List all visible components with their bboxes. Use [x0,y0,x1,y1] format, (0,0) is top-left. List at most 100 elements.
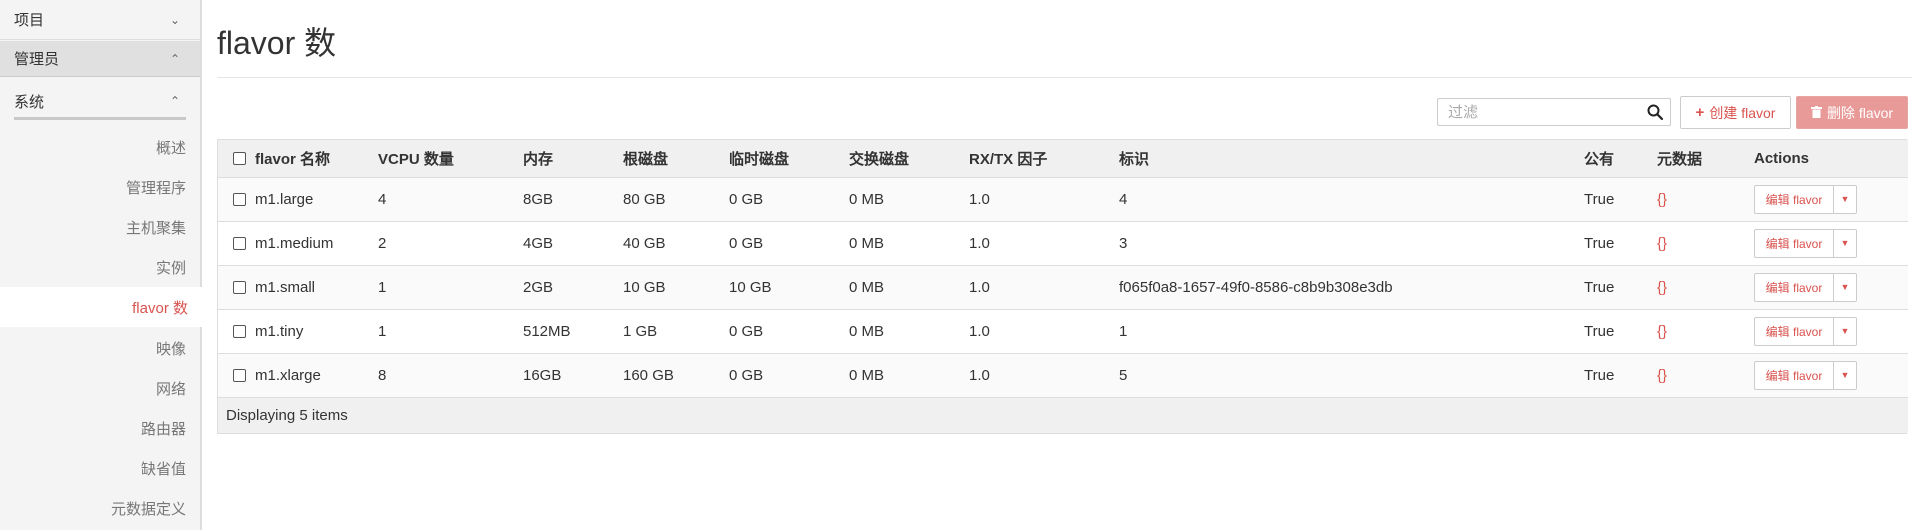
sidebar-item-hypervisors[interactable]: 管理程序 [0,167,200,207]
column-header-root-disk[interactable]: 根磁盘 [623,140,729,177]
row-actions: 编辑 flavor ▼ [1754,228,1857,258]
row-checkbox[interactable] [233,237,246,251]
sidebar-item-metadata-definitions[interactable]: 元数据定义 [0,488,200,528]
sidebar-item-label: 概述 [155,139,186,157]
search-icon[interactable] [1646,103,1664,121]
flavor-name: m1.xlarge [255,366,321,384]
rxtx-cell: 1.0 [969,366,990,384]
vcpu-cell: 4 [378,190,387,208]
id-cell: 4 [1119,190,1128,208]
create-flavor-button[interactable]: + 创建 flavor [1680,96,1791,129]
edit-flavor-button[interactable]: 编辑 flavor [1754,228,1834,258]
table-row: m1.xlarge 8 16GB 160 GB 0 GB 0 MB 1.0 5 … [218,353,1908,397]
ram-cell: 512MB [523,322,571,340]
rxtx-cell: 1.0 [969,234,990,252]
vcpu-cell: 8 [378,366,387,384]
ram-cell: 4GB [523,234,554,252]
row-checkbox[interactable] [233,369,246,383]
swap-disk-cell: 0 MB [849,234,885,252]
filter-field [1437,98,1671,126]
flavors-table: flavor 名称 VCPU 数量 内存 根磁盘 临时磁盘 交换磁盘 RX/TX… [217,139,1908,434]
caret-down-icon[interactable]: ▼ [1834,184,1857,214]
sidebar-section-project[interactable]: 项目 ⌄ [0,0,200,40]
sidebar-item-images[interactable]: 映像 [0,328,200,368]
row-checkbox[interactable] [233,281,246,295]
edit-flavor-button[interactable]: 编辑 flavor [1754,184,1834,214]
column-header-id[interactable]: 标识 [1119,140,1584,177]
id-cell: 3 [1119,234,1128,252]
sidebar-item-overview[interactable]: 概述 [0,127,200,167]
column-header-actions: Actions [1754,149,1810,167]
column-header-public[interactable]: 公有 [1584,140,1657,177]
delete-flavor-button[interactable]: 删除 flavor [1796,96,1908,129]
sidebar-section-label: 系统 [14,93,45,111]
column-header-ephemeral-disk[interactable]: 临时磁盘 [729,140,849,177]
column-header-ram[interactable]: 内存 [523,140,623,177]
chevron-up-icon: ⌃ [169,94,180,108]
caret-down-icon[interactable]: ▼ [1834,316,1857,346]
row-actions: 编辑 flavor ▼ [1754,272,1857,302]
sidebar-item-label: 主机聚集 [125,219,186,237]
sidebar-section-admin[interactable]: 管理员 ⌃ [0,41,200,77]
caret-down-icon[interactable]: ▼ [1834,272,1857,302]
sidebar-item-label: 元数据定义 [110,500,186,518]
ephemeral-disk-cell: 0 GB [729,234,764,252]
swap-disk-cell: 0 MB [849,278,885,296]
sidebar-item-defaults[interactable]: 缺省值 [0,448,200,488]
vcpu-cell: 2 [378,234,387,252]
column-header-vcpu[interactable]: VCPU 数量 [378,140,523,177]
edit-flavor-button[interactable]: 编辑 flavor [1754,316,1834,346]
select-all-checkbox[interactable] [233,152,246,166]
column-header-metadata[interactable]: 元数据 [1657,140,1754,177]
row-checkbox[interactable] [233,193,246,207]
flavor-name: m1.large [255,190,314,208]
column-header-rxtx[interactable]: RX/TX 因子 [969,140,1119,177]
ram-cell: 16GB [523,366,562,384]
sidebar-item-flavors[interactable]: flavor 数 [0,287,202,327]
sidebar-item-routers[interactable]: 路由器 [0,408,200,448]
sidebar-item-instances[interactable]: 实例 [0,247,200,287]
public-cell: True [1584,190,1615,208]
rxtx-cell: 1.0 [969,322,990,340]
ephemeral-disk-cell: 10 GB [729,278,772,296]
metadata-link[interactable]: {} [1657,367,1667,384]
filter-input[interactable] [1438,99,1654,125]
sidebar-item-label: flavor 数 [132,299,188,317]
create-flavor-label: 创建 flavor [1709,104,1776,121]
vcpu-cell: 1 [378,278,387,296]
sidebar-section-system[interactable]: 系统 ⌃ [0,82,200,120]
row-actions: 编辑 flavor ▼ [1754,184,1857,214]
edit-flavor-button[interactable]: 编辑 flavor [1754,272,1834,302]
ephemeral-disk-cell: 0 GB [729,190,764,208]
edit-flavor-button[interactable]: 编辑 flavor [1754,360,1834,390]
metadata-link[interactable]: {} [1657,235,1667,252]
metadata-link[interactable]: {} [1657,279,1667,296]
trash-icon [1810,105,1822,121]
row-actions: 编辑 flavor ▼ [1754,360,1857,390]
table-row: m1.medium 2 4GB 40 GB 0 GB 0 MB 1.0 3 Tr… [218,221,1908,265]
table-header-row: flavor 名称 VCPU 数量 内存 根磁盘 临时磁盘 交换磁盘 RX/TX… [218,140,1908,177]
column-header-swap-disk[interactable]: 交换磁盘 [849,140,969,177]
row-checkbox[interactable] [233,325,246,339]
sidebar-item-label: 管理程序 [125,179,186,197]
sidebar-section-label: 项目 [14,12,45,29]
caret-down-icon[interactable]: ▼ [1834,360,1857,390]
sidebar-item-host-aggregates[interactable]: 主机聚集 [0,207,200,247]
sidebar-item-networks[interactable]: 网络 [0,368,200,408]
column-header-name[interactable]: flavor 名称 [255,140,378,177]
metadata-link[interactable]: {} [1657,191,1667,208]
metadata-link[interactable]: {} [1657,323,1667,340]
sidebar-item-label: 网络 [155,380,186,398]
table-row: m1.large 4 8GB 80 GB 0 GB 0 MB 1.0 4 Tru… [218,177,1908,221]
title-divider [217,77,1912,78]
delete-flavor-label: 删除 flavor [1826,104,1894,121]
plus-icon: + [1695,104,1705,121]
id-cell: 5 [1119,366,1128,384]
flavor-name: m1.medium [255,234,334,252]
rxtx-cell: 1.0 [969,278,990,296]
sidebar-section-label: 管理员 [14,51,60,68]
table-footer-row: Displaying 5 items [218,397,1908,433]
root-disk-cell: 80 GB [623,190,666,208]
caret-down-icon[interactable]: ▼ [1834,228,1857,258]
ephemeral-disk-cell: 0 GB [729,322,764,340]
